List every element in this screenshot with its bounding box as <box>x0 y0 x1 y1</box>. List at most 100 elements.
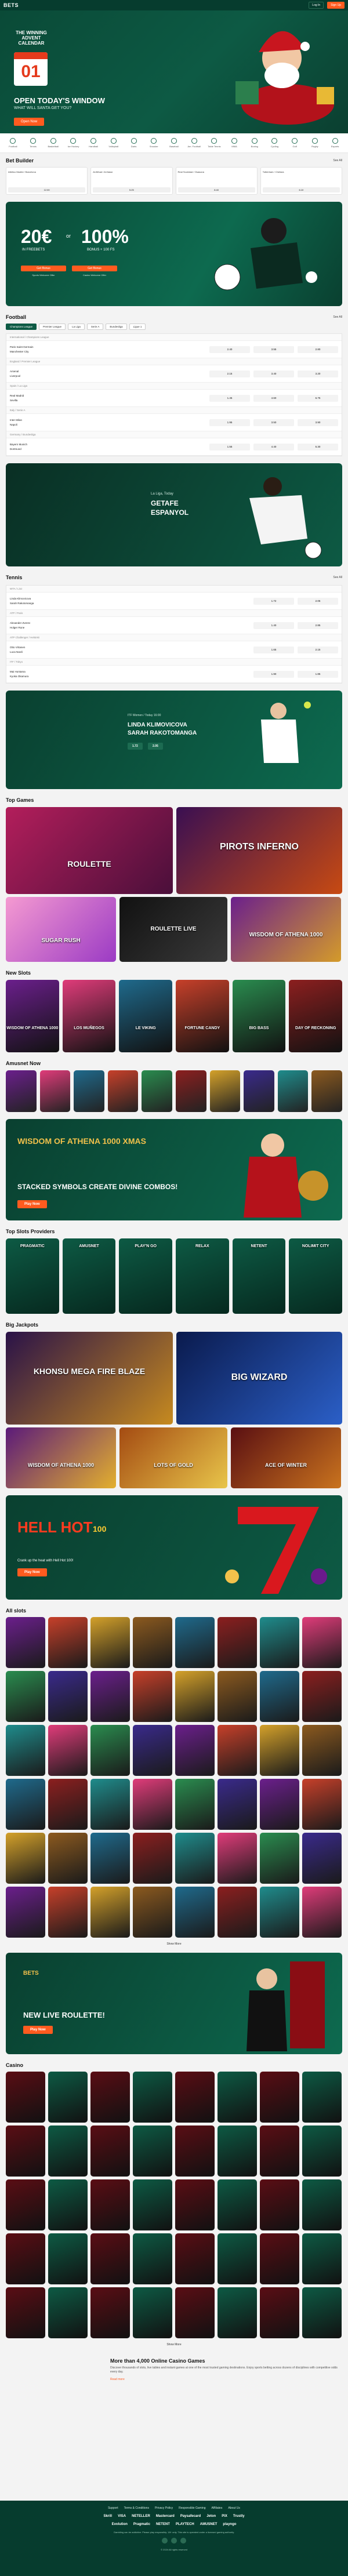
odds-button[interactable]: 2.85 <box>298 622 338 629</box>
game-tile[interactable]: ACE OF WINTER <box>231 1427 341 1488</box>
sport-nav-item[interactable]: Volleyball <box>106 138 122 148</box>
league-tab[interactable]: Ligue 1 <box>129 324 146 330</box>
game-tile[interactable] <box>217 1671 257 1722</box>
match-row[interactable]: Inter Milan Napoli 1.95 3.50 3.90 <box>6 414 342 431</box>
game-tile[interactable] <box>260 1833 299 1884</box>
game-tile[interactable]: SUGAR RUSH <box>6 897 116 962</box>
game-tile[interactable] <box>302 1779 342 1830</box>
match-row[interactable]: Otto Virtanen Luca Nardi 1.65 2.15 <box>6 641 342 659</box>
game-tile[interactable] <box>217 1833 257 1884</box>
game-tile[interactable] <box>6 1617 45 1668</box>
sport-nav-item[interactable]: Table Tennis <box>206 138 223 148</box>
game-tile[interactable] <box>90 2072 130 2123</box>
match-row[interactable]: Paris Saint-Germain Manchester City 2.40 3… <box>6 341 342 358</box>
bet-builder-card[interactable]: Tottenham / Chelsea 6.10 <box>260 167 342 195</box>
game-tile[interactable] <box>48 1779 88 1830</box>
game-tile[interactable] <box>175 2179 215 2230</box>
bet-builder-odd[interactable]: 12.00 <box>8 187 86 192</box>
odds-button[interactable]: 2.05 <box>298 597 338 605</box>
game-tile[interactable] <box>48 1833 88 1884</box>
sport-nav-item[interactable]: Rugby <box>307 138 324 148</box>
game-tile[interactable] <box>133 1671 172 1722</box>
provider-tile[interactable]: NOLIMIT CITY <box>289 1238 343 1314</box>
game-tile[interactable] <box>48 2179 88 2230</box>
sport-nav-item[interactable]: MMA <box>226 138 243 148</box>
game-tile[interactable] <box>175 2287 215 2338</box>
sport-nav-item[interactable]: Basketball <box>45 138 61 148</box>
bet-builder-card[interactable]: Real Sociedad / Osasuna 8.40 <box>175 167 258 195</box>
odds-button[interactable]: 6.75 <box>298 394 338 402</box>
game-tile[interactable] <box>302 2126 342 2177</box>
see-all-link[interactable]: See All <box>333 315 342 319</box>
game-tile[interactable] <box>260 2179 299 2230</box>
game-tile[interactable] <box>133 2233 172 2284</box>
match-row[interactable]: Mai Hontama Kyoka Okamura 1.90 1.85 <box>6 666 342 683</box>
footer-link[interactable]: About Us <box>228 2506 240 2510</box>
match-row[interactable]: Real Madrid Sevilla 1.45 4.60 6.75 <box>6 390 342 407</box>
show-more-button[interactable]: Show More <box>160 1942 188 1946</box>
bet-builder-card[interactable]: Atletico Madrid / Barcelona 12.00 <box>6 167 88 195</box>
game-tile[interactable] <box>6 2179 45 2230</box>
game-tile[interactable] <box>302 2233 342 2284</box>
instagram-icon[interactable] <box>171 2538 177 2544</box>
game-tile[interactable] <box>48 2072 88 2123</box>
game-tile[interactable] <box>175 1725 215 1776</box>
see-all-link[interactable]: See All <box>333 159 342 162</box>
game-tile[interactable] <box>90 1671 130 1722</box>
game-tile[interactable] <box>48 2126 88 2177</box>
tennis-match-banner[interactable]: ITF Women / Today 16:00 LINDA KLIMOVICOV… <box>6 691 342 789</box>
league-tab[interactable]: Bundesliga <box>106 324 127 330</box>
odds-button[interactable]: 3.50 <box>253 419 294 426</box>
game-tile[interactable]: WISDOM OF ATHENA 1000 <box>231 897 341 962</box>
provider-tile[interactable]: RELAX <box>176 1238 229 1314</box>
odds-button[interactable]: 2.80 <box>298 346 338 353</box>
game-tile[interactable] <box>175 2126 215 2177</box>
provider-tile[interactable]: PRAGMATIC <box>6 1238 59 1314</box>
read-more-link[interactable]: Read more <box>110 2378 342 2381</box>
bet-builder-card[interactable]: Al-Ittihad / Al-Nassr 5.25 <box>90 167 173 195</box>
game-tile[interactable]: BIG WIZARD <box>176 1332 342 1425</box>
hell-hot-banner[interactable]: HELL HOT 100 Crank up the heat with Hell… <box>6 1495 342 1600</box>
game-tile[interactable] <box>39 1070 71 1112</box>
game-tile[interactable]: DAY OF RECKONING <box>289 980 343 1052</box>
game-tile[interactable] <box>260 2126 299 2177</box>
game-tile[interactable] <box>175 1671 215 1722</box>
game-tile[interactable]: LOS MUÑEGOS <box>62 980 116 1052</box>
game-tile[interactable] <box>217 1725 257 1776</box>
game-tile[interactable] <box>6 1833 45 1884</box>
game-tile[interactable] <box>302 2072 342 2123</box>
odds-button[interactable]: 1.72 <box>253 597 294 605</box>
league-tab[interactable]: Premier League <box>39 324 66 330</box>
game-tile[interactable] <box>48 2287 88 2338</box>
sport-nav-item[interactable]: Esports <box>327 138 343 148</box>
odds-button[interactable]: 1.55 <box>209 443 250 450</box>
sport-nav-item[interactable]: Darts <box>125 138 142 148</box>
game-tile[interactable] <box>133 1887 172 1938</box>
game-tile[interactable]: LE VIKING <box>119 980 173 1052</box>
divine-combos-banner[interactable]: WISDOM OF ATHENA 1000 XMAS STACKED SYMBO… <box>6 1119 342 1220</box>
game-tile[interactable] <box>217 2072 257 2123</box>
game-tile[interactable] <box>90 1725 130 1776</box>
game-tile[interactable] <box>90 1833 130 1884</box>
game-tile[interactable] <box>133 2287 172 2338</box>
game-tile[interactable] <box>107 1070 139 1112</box>
game-tile[interactable] <box>6 1725 45 1776</box>
site-logo[interactable]: BETS <box>3 2 19 8</box>
game-tile[interactable] <box>175 1887 215 1938</box>
game-tile[interactable] <box>302 1617 342 1668</box>
game-tile[interactable] <box>217 1617 257 1668</box>
game-tile[interactable]: FORTUNE CANDY <box>176 980 229 1052</box>
match-row[interactable]: Arsenal Liverpool 2.15 3.40 3.20 <box>6 365 342 383</box>
game-tile[interactable] <box>6 2126 45 2177</box>
sport-nav-item[interactable]: Cycling <box>266 138 283 148</box>
odds-button[interactable]: 1.90 <box>253 670 294 678</box>
game-tile[interactable] <box>217 2233 257 2284</box>
sport-nav-item[interactable]: Baseball <box>166 138 183 148</box>
odds-button[interactable]: 1.45 <box>209 394 250 402</box>
game-tile[interactable] <box>90 2233 130 2284</box>
game-tile[interactable] <box>6 1887 45 1938</box>
game-tile[interactable] <box>6 2287 45 2338</box>
signup-button[interactable]: Sign Up <box>327 2 345 9</box>
sport-nav-item[interactable]: Golf <box>287 138 303 148</box>
game-tile[interactable] <box>302 2287 342 2338</box>
